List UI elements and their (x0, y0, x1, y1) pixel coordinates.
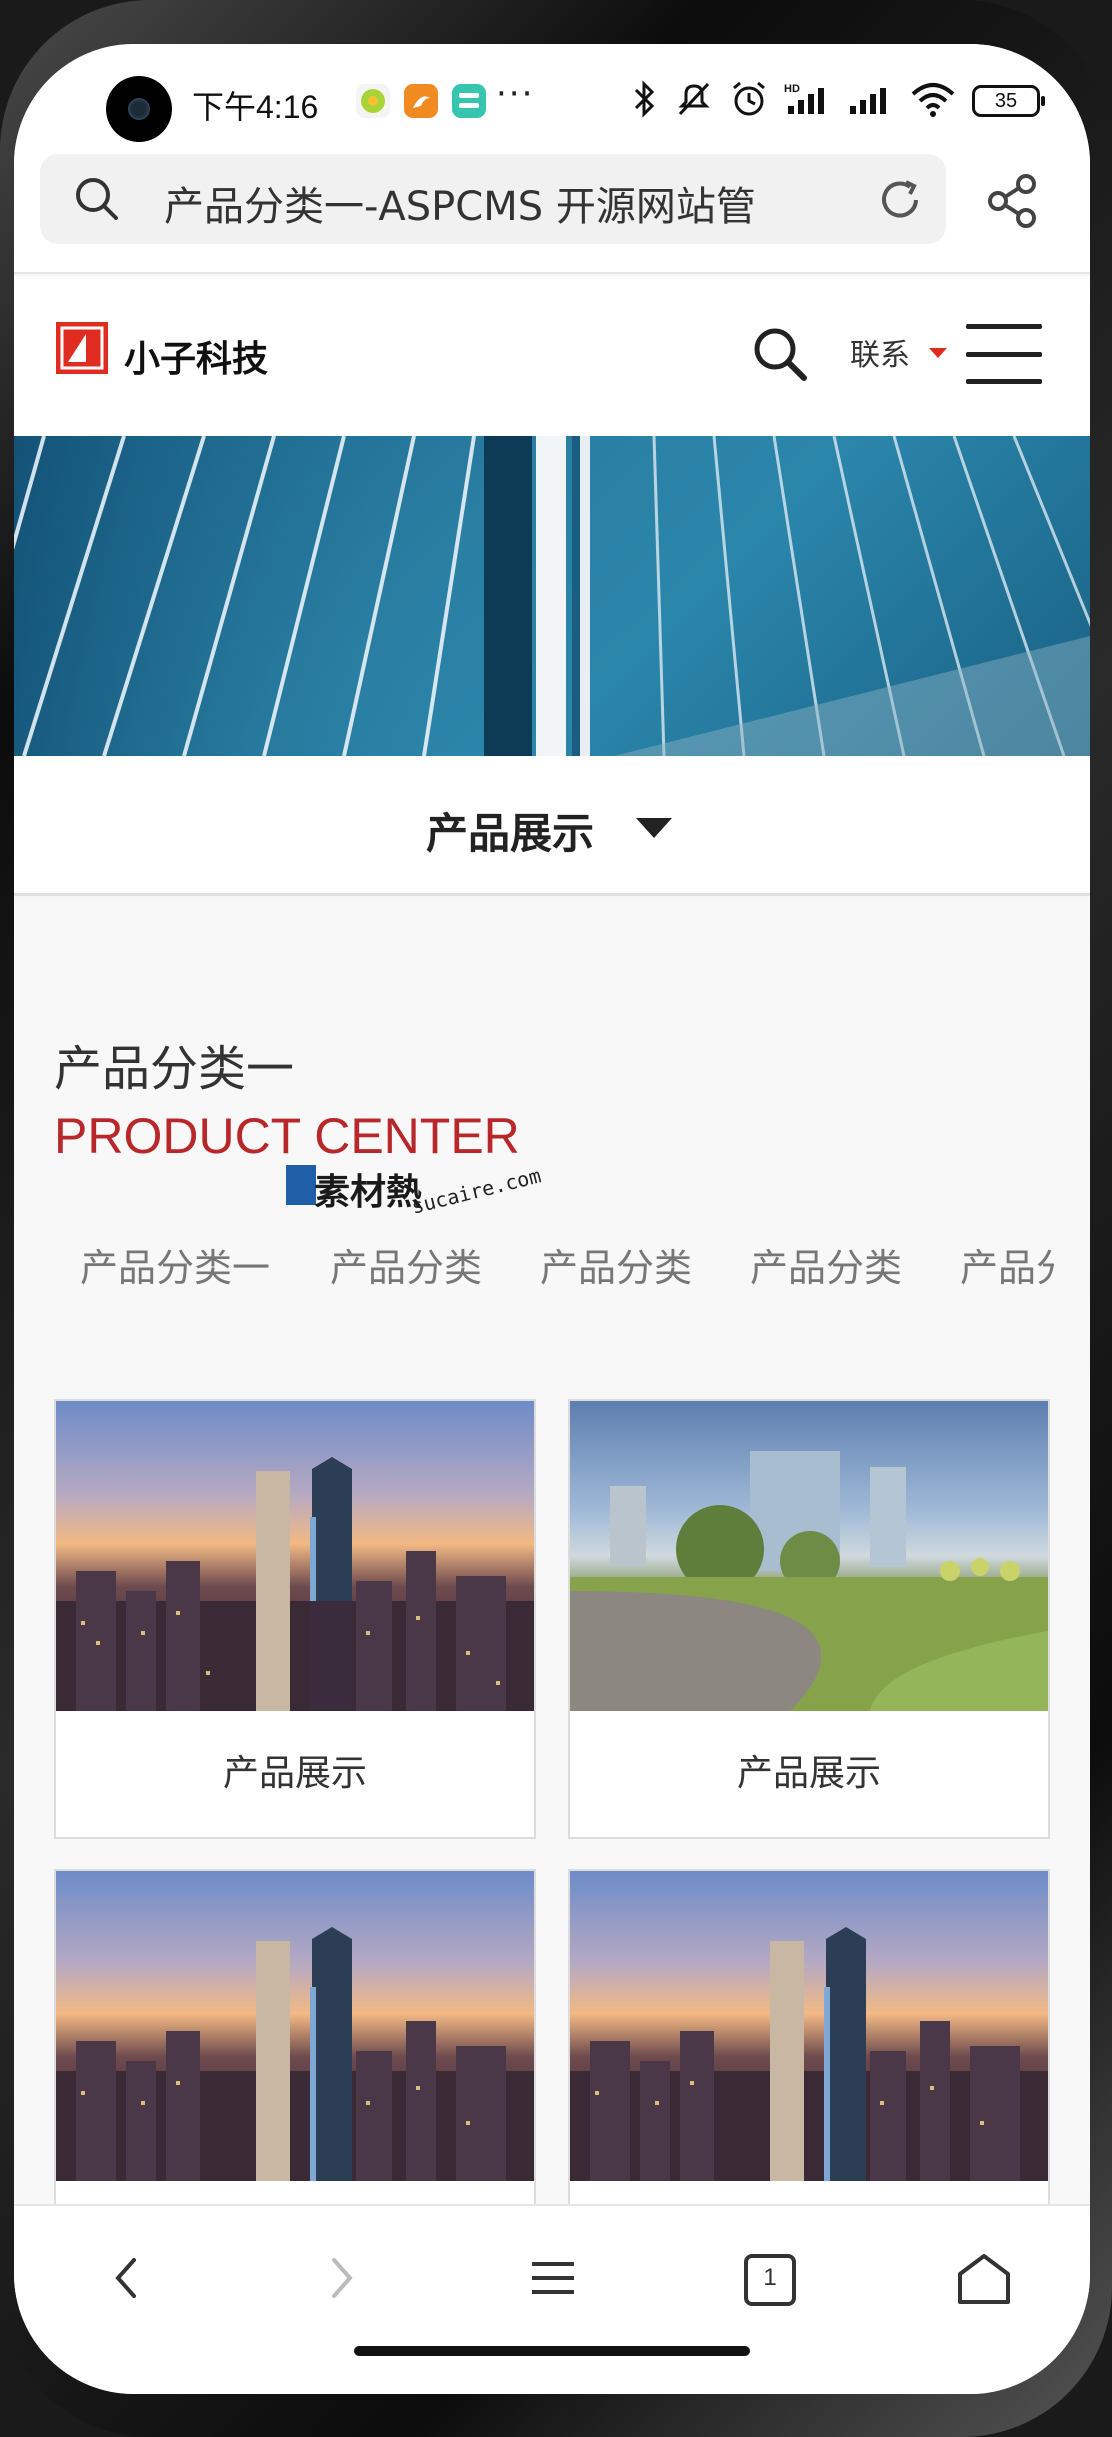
gesture-bar[interactable] (354, 2346, 750, 2356)
alarm-icon (730, 80, 768, 122)
watermark-text: 素材熱 (314, 1172, 423, 1213)
category-dropdown[interactable]: 产品展示 (14, 756, 1090, 896)
contact-dropdown[interactable]: 联系 (850, 330, 910, 374)
watermark-logo-icon (286, 1161, 316, 1211)
product-caption: 产品展示 (222, 1753, 367, 1794)
category-dropdown-label: 产品展示 (426, 809, 595, 858)
product-image (56, 1401, 534, 1711)
product-caption: 产品展示 (736, 1753, 881, 1794)
section-subtitle: PRODUCT CENTER (54, 1108, 520, 1164)
building-facade-image (14, 436, 1090, 756)
screen: 下午4:16 ··· HD 35 产品分类一-ASPCMS 开源网站管 小子科技… (14, 44, 1090, 2394)
tab-category-1[interactable]: 产品分类一 (80, 1237, 270, 1292)
hamburger-menu-icon[interactable] (966, 324, 1042, 384)
battery-indicator: 35 (972, 85, 1045, 117)
status-bar: 下午4:16 ··· HD 35 (14, 44, 1090, 144)
bluetooth-icon (632, 80, 658, 122)
product-card[interactable]: 产品展示 (54, 1399, 536, 1839)
more-notifications-icon: ··· (496, 74, 535, 114)
page-title-in-address-bar: 产品分类一-ASPCMS 开源网站管 (164, 184, 756, 230)
menu-icon[interactable] (528, 2248, 578, 2312)
product-section: 产品分类一 PRODUCT CENTER 素材熱 sucaire.com 产品分… (14, 899, 1090, 2309)
browser-toolbar: 产品分类一-ASPCMS 开源网站管 (14, 144, 1090, 274)
share-icon[interactable] (986, 174, 1040, 232)
tab-count: 1 (763, 2264, 777, 2291)
product-image (570, 1871, 1048, 2181)
front-camera (106, 76, 172, 142)
boss-zhipin-icon (452, 84, 486, 118)
back-icon[interactable] (104, 2248, 148, 2312)
product-image (56, 1871, 534, 2181)
site-header: 小子科技 联系 (14, 276, 1090, 436)
site-search-icon[interactable] (750, 324, 810, 388)
section-title: 产品分类一 (54, 1041, 295, 1097)
browser-bottom-nav: 1 (14, 2204, 1090, 2394)
svg-text:HD: HD (784, 83, 800, 95)
hero-banner (14, 436, 1090, 756)
search-icon (74, 176, 120, 226)
product-card[interactable]: 产品展示 (568, 1399, 1050, 1839)
app-notification-icon (356, 84, 390, 118)
tab-category-4[interactable]: 产品分类 (750, 1237, 902, 1292)
status-icons: HD 35 (632, 80, 1045, 122)
phone-frame: 下午4:16 ··· HD 35 产品分类一-ASPCMS 开源网站管 小子科技… (0, 0, 1112, 2437)
tab-category-2[interactable]: 产品分类 (330, 1237, 482, 1292)
home-icon[interactable] (954, 2248, 1014, 2312)
site-logo-text[interactable]: 小子科技 (124, 330, 268, 382)
tab-category-3[interactable]: 产品分类 (540, 1237, 692, 1292)
reload-icon[interactable] (876, 176, 924, 228)
triangle-down-icon (636, 818, 672, 838)
signal-hd-icon: HD (784, 80, 832, 122)
signal-icon (848, 80, 894, 122)
product-image (570, 1401, 1048, 1711)
watermark-url: sucaire.com (409, 1163, 544, 1219)
caret-down-icon (929, 348, 947, 358)
mute-icon (674, 80, 714, 122)
status-time: 下午4:16 (192, 89, 319, 125)
uc-browser-icon (404, 84, 438, 118)
category-tabs: 产品分类一 产品分类 产品分类 产品分类 产品分 (14, 1237, 1054, 1297)
tab-category-5[interactable]: 产品分 (960, 1237, 1054, 1292)
wifi-icon (910, 80, 956, 122)
address-bar[interactable]: 产品分类一-ASPCMS 开源网站管 (40, 154, 946, 244)
forward-icon[interactable] (320, 2248, 364, 2312)
logo-icon[interactable] (56, 322, 108, 374)
